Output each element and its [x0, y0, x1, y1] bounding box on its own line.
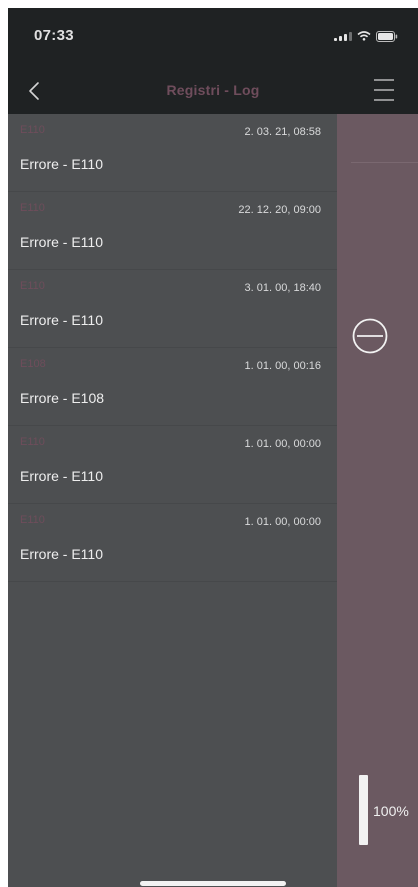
minus-circle-icon[interactable] — [351, 317, 389, 355]
status-bar: 07:33 — [8, 8, 418, 68]
level-value: 100% — [373, 803, 409, 819]
side-panel: 100% — [337, 114, 418, 887]
home-indicator — [140, 881, 286, 886]
log-list: E110 2. 03. 21, 08:58 Errore - E110 E110… — [8, 114, 337, 887]
log-entry-message: Errore - E110 — [20, 156, 103, 172]
cellular-signal-icon — [334, 31, 352, 41]
hamburger-menu-icon[interactable] — [372, 77, 396, 103]
log-entry-code: E110 — [20, 280, 45, 292]
wifi-icon — [357, 31, 371, 41]
battery-icon — [376, 30, 398, 42]
log-entry-date: 1. 01. 00, 00:16 — [244, 360, 321, 372]
log-entry-date: 2. 03. 21, 08:58 — [244, 126, 321, 138]
log-entry-date: 3. 01. 00, 18:40 — [244, 282, 321, 294]
log-entry-date: 1. 01. 00, 00:00 — [244, 438, 321, 450]
log-entry-message: Errore - E110 — [20, 312, 103, 328]
log-entry[interactable]: E110 22. 12. 20, 09:00 Errore - E110 — [8, 192, 337, 270]
side-divider — [351, 162, 418, 163]
log-entry[interactable]: E110 1. 01. 00, 00:00 Errore - E110 — [8, 426, 337, 504]
log-entry[interactable]: E108 1. 01. 00, 00:16 Errore - E108 — [8, 348, 337, 426]
log-entry-message: Errore - E110 — [20, 234, 103, 250]
log-entry[interactable]: E110 1. 01. 00, 00:00 Errore - E110 — [8, 504, 337, 582]
log-entry-code: E110 — [20, 202, 45, 214]
log-entry-message: Errore - E110 — [20, 546, 103, 562]
status-icons — [334, 30, 398, 42]
app-screen: 07:33 Registri - Log E110 2. 03. 21, 08:… — [8, 8, 418, 887]
log-entry-code: E110 — [20, 436, 45, 448]
log-entry-date: 1. 01. 00, 00:00 — [244, 516, 321, 528]
log-entry-code: E110 — [20, 124, 45, 136]
log-entry-code: E110 — [20, 514, 45, 526]
navigation-bar: Registri - Log — [8, 68, 418, 114]
log-entry[interactable]: E110 3. 01. 00, 18:40 Errore - E110 — [8, 270, 337, 348]
status-time: 07:33 — [34, 27, 74, 44]
log-entry[interactable]: E110 2. 03. 21, 08:58 Errore - E110 — [8, 114, 337, 192]
log-entry-code: E108 — [20, 358, 46, 370]
log-entry-date: 22. 12. 20, 09:00 — [238, 204, 321, 216]
log-entry-message: Errore - E108 — [20, 390, 105, 406]
page-title: Registri - Log — [166, 82, 260, 98]
log-entry-message: Errore - E110 — [20, 468, 103, 484]
level-bar — [359, 775, 368, 845]
